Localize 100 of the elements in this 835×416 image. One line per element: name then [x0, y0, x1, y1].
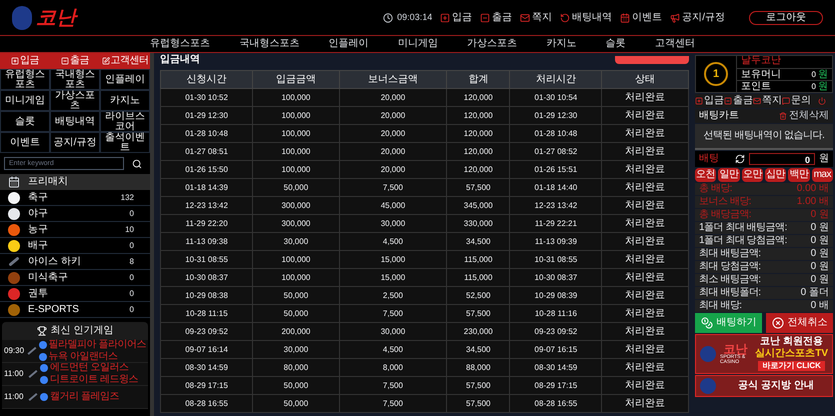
nav-link[interactable]: 슬롯 — [606, 39, 626, 49]
trash-icon — [779, 112, 787, 120]
site-logo[interactable]: 코난 — [36, 8, 76, 28]
table-cell: 100,000 — [252, 250, 340, 268]
sidebar-action-button[interactable]: 고객센터 — [100, 53, 150, 69]
sport-item[interactable]: E-SPORTS 0 — [0, 302, 150, 318]
panel-title: 최신 인기게임 — [50, 326, 114, 336]
sidebar-menu-item[interactable]: 국내형스포츠 — [50, 69, 100, 90]
promo-banner[interactable]: 공식 공지방 안내 — [695, 375, 833, 397]
header-link[interactable]: 배팅내역 — [560, 12, 612, 22]
hockey-stick-icon — [28, 347, 36, 355]
amount-chip[interactable]: 일만 — [718, 168, 740, 182]
sport-item[interactable]: 배구 0 — [0, 238, 150, 254]
account-action-button[interactable]: 문의 — [782, 94, 811, 108]
header-link[interactable]: 입금 — [440, 12, 472, 22]
envelope-icon — [753, 97, 761, 105]
sidebar-menu-item[interactable]: 인플레이 — [100, 69, 150, 90]
account-action-button[interactable]: 쪽지 — [753, 94, 782, 108]
sidebar-action-button[interactable]: 출금 — [50, 53, 100, 69]
amount-chip[interactable]: 백만 — [788, 168, 810, 182]
table-cell: 57,500 — [446, 304, 510, 322]
team-logo-icon — [40, 393, 48, 401]
sidebar-menu-item[interactable]: 카지노 — [100, 90, 150, 111]
table-cell: 12-23 13:42 — [160, 196, 253, 214]
table-cell: 300,000 — [252, 214, 340, 232]
table-cell: 처리완료 — [602, 160, 688, 178]
team-name: 필라델피아 플라이어스 — [48, 340, 146, 350]
popular-game-row[interactable]: 11:00 에드먼턴 오일러스 디트로이트 레드윙스 — [2, 363, 148, 386]
sidebar-menu-item[interactable]: 출석이벤트 — [100, 132, 150, 153]
pen-icon — [102, 57, 110, 65]
amount-chip[interactable]: 십만 — [764, 168, 786, 182]
sidebar-menu-item[interactable]: 유럽형스포츠 — [0, 69, 50, 90]
nav-link[interactable]: 가상스포츠 — [467, 39, 518, 49]
table-cell: 120,000 — [446, 106, 510, 124]
sport-item[interactable]: 축구 132 — [0, 190, 150, 206]
sidebar-menu-item[interactable]: 슬롯 — [0, 111, 50, 132]
header-link[interactable]: 쪽지 — [520, 12, 552, 22]
table-cell: 01-18 14:39 — [160, 178, 253, 196]
sidebar-menu-item[interactable]: 미니게임 — [0, 90, 50, 111]
table-cell: 50,000 — [252, 304, 340, 322]
balance-label: 보유머니 — [741, 70, 782, 80]
section-title: 프리매치 — [28, 177, 68, 187]
account-action-button[interactable]: 입금 — [695, 94, 724, 108]
table-cell: 230,000 — [446, 322, 510, 340]
sport-item[interactable]: 야구 0 — [0, 206, 150, 222]
table-cell: 처리완료 — [602, 106, 688, 124]
currency-unit: 원 — [818, 70, 828, 80]
header-link[interactable]: 공지/규정 — [670, 12, 725, 22]
clock-icon — [383, 12, 394, 22]
sidebar-menu-item[interactable]: 이벤트 — [0, 132, 50, 153]
table-cell: 30,000 — [339, 214, 447, 232]
sidebar-menu-item[interactable]: 라이브스코어 — [100, 111, 150, 132]
sport-item[interactable]: 농구 10 — [0, 222, 150, 238]
nav-link[interactable]: 유럽형스포츠 — [150, 39, 210, 49]
nav-link[interactable]: 미니게임 — [398, 39, 438, 49]
sidebar-action-button[interactable]: 입금 — [0, 53, 50, 69]
sidebar-menu-item[interactable]: 배팅내역 — [50, 111, 100, 132]
table-cell: 57,500 — [446, 394, 510, 412]
amount-chip[interactable]: max — [812, 168, 833, 182]
table-cell: 7,500 — [339, 394, 447, 412]
amount-chip[interactable]: 오천 — [695, 168, 716, 182]
hockey-stick-icon — [28, 393, 38, 401]
table-cell: 120,000 — [446, 160, 510, 178]
search-icon[interactable] — [132, 158, 142, 168]
clear-all-link[interactable]: 전체삭제 — [789, 111, 829, 121]
sport-item[interactable]: 미식축구 0 — [0, 270, 150, 286]
cancel-all-button[interactable]: 전체취소 — [766, 313, 833, 333]
sidebar-menu-item[interactable]: 공지/규정 — [50, 132, 100, 153]
logout-button[interactable]: 로그아웃 — [749, 10, 823, 24]
table-cell: 100,000 — [252, 106, 340, 124]
nav-link[interactable]: 인플레이 — [328, 39, 369, 49]
nav-link[interactable]: 국내형스포츠 — [239, 39, 300, 49]
megaphone-icon — [670, 12, 680, 22]
account-action-button[interactable]: 출금 — [724, 94, 753, 108]
popular-game-row[interactable]: 11:00 캘거리 플레임즈 — [2, 386, 148, 409]
table-cell: 50,000 — [252, 286, 340, 304]
nav-link[interactable]: 고객센터 — [654, 39, 695, 49]
header-link[interactable]: 이벤트 — [620, 12, 662, 22]
table-cell: 09-23 09:52 — [160, 322, 253, 340]
bet-label: 배팅 — [699, 154, 720, 164]
amount-chip[interactable]: 오만 — [742, 168, 763, 182]
table-cell: 20,000 — [339, 160, 447, 178]
table-cell: 08-28 16:55 — [160, 394, 253, 412]
table-cell: 11-29 22:21 — [510, 214, 602, 232]
table-cell: 80,000 — [252, 358, 340, 376]
sidebar-menu-item[interactable]: 가상스포츠 — [50, 90, 100, 111]
table-cell: 처리완료 — [602, 178, 688, 196]
bet-amount-field[interactable]: 0 — [749, 153, 815, 165]
header-link[interactable]: 출금 — [480, 12, 512, 22]
team-name: 캘거리 플레임즈 — [50, 392, 119, 402]
table-cell: 처리완료 — [602, 196, 688, 214]
page-action-button[interactable] — [615, 56, 689, 64]
refresh-icon[interactable] — [735, 154, 745, 164]
sport-item[interactable]: 권투 0 — [0, 286, 150, 302]
table-cell: 09-23 09:52 — [510, 322, 602, 340]
table-cell: 115,000 — [446, 268, 510, 286]
table-cell: 처리완료 — [602, 358, 688, 376]
popular-game-row[interactable]: 09:30 필라델피아 플라이어스 뉴욕 아일랜더스 — [2, 340, 148, 363]
sport-item[interactable]: 아이스 하키 8 — [0, 254, 150, 270]
nav-link[interactable]: 카지노 — [546, 39, 576, 49]
